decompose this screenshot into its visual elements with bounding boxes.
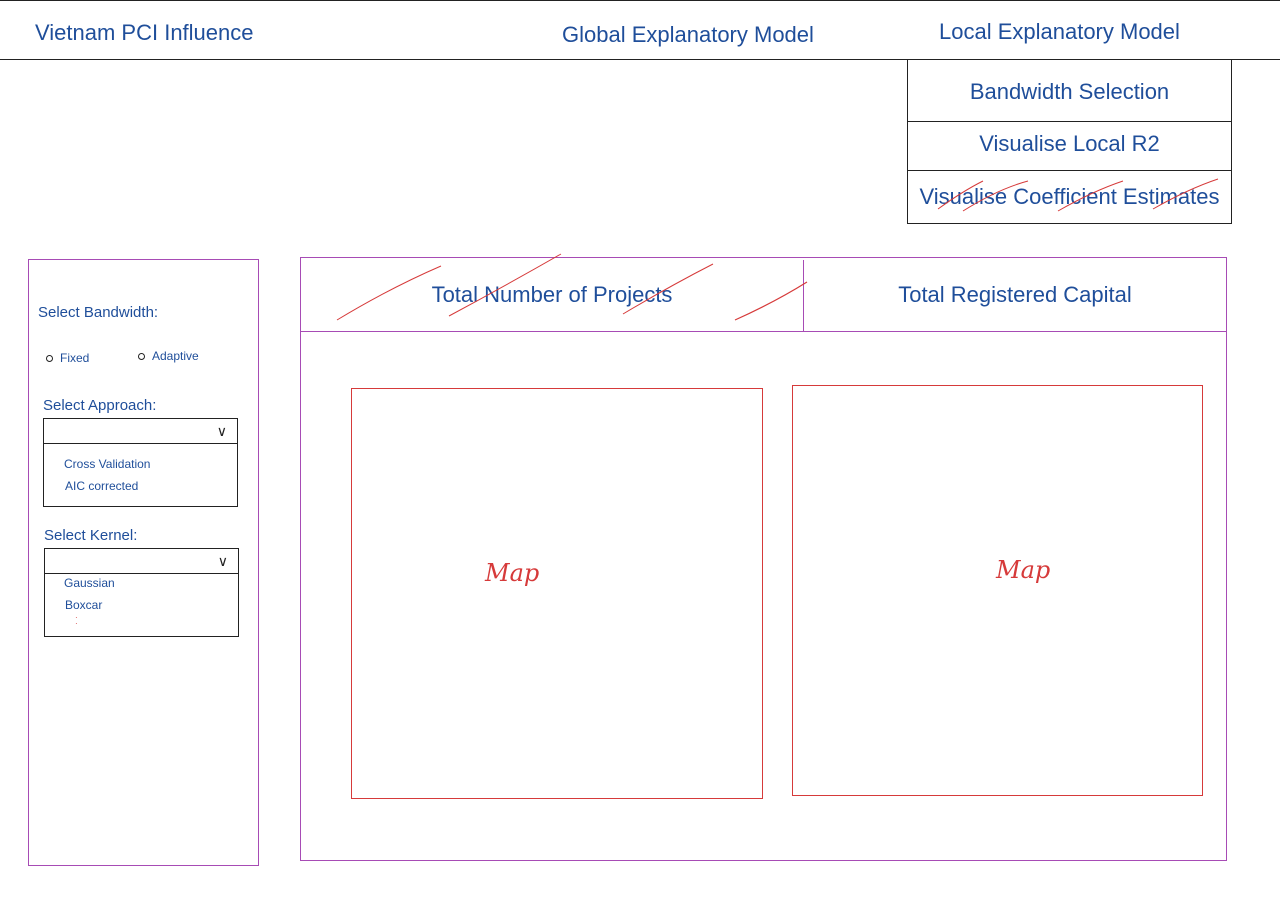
tab-bar-divider — [301, 331, 1226, 332]
approach-select[interactable]: ∨ Cross Validation AIC corrected — [43, 418, 238, 507]
top-border — [0, 0, 1280, 1]
radio-fixed[interactable]: Fixed — [46, 351, 89, 365]
local-model-menu: Bandwidth Selection Visualise Local R2 V… — [907, 59, 1232, 224]
approach-select-head[interactable]: ∨ — [44, 419, 237, 444]
approach-label: Select Approach: — [43, 397, 157, 414]
radio-circle-icon — [46, 354, 53, 362]
chevron-down-icon: ∨ — [216, 423, 227, 439]
menu-item-visualise-local-r2[interactable]: Visualise Local R2 — [908, 131, 1231, 157]
tab-total-registered-capital[interactable]: Total Registered Capital — [804, 258, 1226, 331]
chevron-down-icon: ∨ — [217, 553, 228, 569]
bandwidth-label: Select Bandwidth: — [38, 304, 159, 321]
radio-circle-icon — [138, 352, 145, 360]
menu-item-bandwidth-selection[interactable]: Bandwidth Selection — [908, 79, 1231, 105]
kernel-option-gaussian[interactable]: Gaussian — [64, 576, 115, 590]
tab-total-number-of-projects[interactable]: Total Number of Projects — [301, 258, 803, 331]
radio-adaptive-label: Adaptive — [152, 349, 199, 363]
map-registered-capital[interactable]: Map — [792, 385, 1203, 796]
kernel-select[interactable]: ∨ Gaussian Boxcar · · — [44, 548, 239, 637]
main-panel: Total Number of Projects Total Registere… — [300, 253, 1227, 861]
sidebar-panel: Select Bandwidth: Fixed Adaptive Select … — [28, 259, 259, 866]
map-placeholder-label: Map — [485, 559, 540, 587]
approach-option-aic-corrected[interactable]: AIC corrected — [65, 479, 138, 493]
radio-adaptive[interactable]: Adaptive — [138, 349, 199, 363]
more-options-ellipsis: · · — [75, 613, 78, 628]
menu-divider — [908, 170, 1231, 171]
menu-divider — [908, 121, 1231, 122]
menu-item-visualise-coefficient-estimates[interactable]: Visualise Coefficient Estimates — [908, 184, 1231, 210]
kernel-label: Select Kernel: — [44, 527, 138, 544]
map-placeholder-label: Map — [996, 556, 1051, 584]
radio-fixed-label: Fixed — [60, 351, 90, 365]
kernel-option-boxcar[interactable]: Boxcar — [65, 598, 102, 612]
map-projects[interactable]: Map — [351, 388, 763, 799]
nav-global-explanatory-model[interactable]: Global Explanatory Model — [562, 22, 814, 48]
approach-option-cross-validation[interactable]: Cross Validation — [64, 457, 150, 471]
app-title[interactable]: Vietnam PCI Influence — [35, 20, 254, 46]
nav-local-explanatory-model[interactable]: Local Explanatory Model — [939, 19, 1180, 45]
kernel-select-head[interactable]: ∨ — [45, 549, 238, 574]
